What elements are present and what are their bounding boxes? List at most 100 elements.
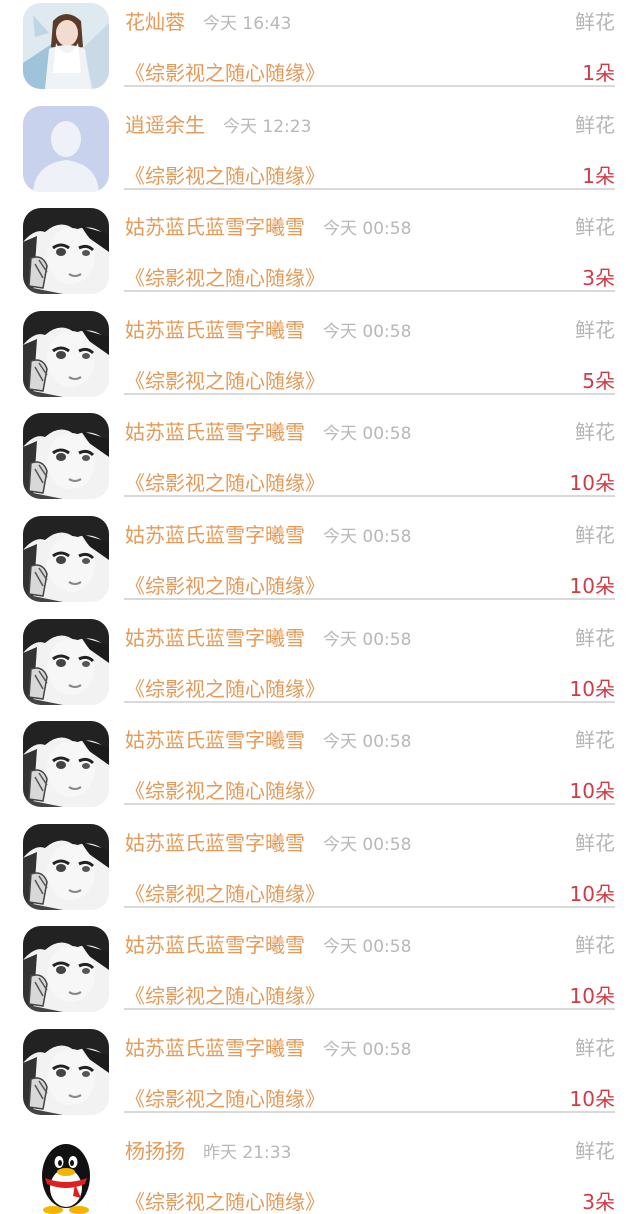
- user-name-line: 姑苏蓝氏蓝雪字曦雪 今天 00:58: [125, 622, 411, 651]
- flower-count: 1朵: [582, 61, 615, 85]
- user-name[interactable]: 逍遥余生: [125, 113, 205, 137]
- gift-type-label: 鲜花: [575, 215, 615, 239]
- user-avatar[interactable]: [23, 1029, 109, 1115]
- gift-record-list: 花灿蓉 今天 16:43 鲜花 《综影视之随心随缘》 1朵 逍遥余生 今天 12:23 鲜花…: [0, 0, 640, 1214]
- flower-count: 1朵: [582, 164, 615, 188]
- flower-count: 10朵: [569, 1087, 615, 1111]
- book-title-link[interactable]: 《综影视之随心随缘》: [125, 1083, 325, 1112]
- user-avatar[interactable]: [23, 824, 109, 910]
- book-title-link[interactable]: 《综影视之随心随缘》: [125, 467, 325, 496]
- gift-type-label: 鲜花: [575, 1139, 615, 1163]
- user-name-line: 杨扬扬 昨天 21:33: [125, 1135, 291, 1164]
- user-avatar[interactable]: [23, 208, 109, 294]
- user-name[interactable]: 姑苏蓝氏蓝雪字曦雪: [125, 1036, 305, 1060]
- gift-time: 今天 00:58: [323, 424, 412, 444]
- row-divider: [124, 393, 615, 395]
- book-title-link[interactable]: 《综影视之随心随缘》: [125, 160, 325, 189]
- user-avatar[interactable]: [23, 721, 109, 807]
- gift-record-row[interactable]: 姑苏蓝氏蓝雪字曦雪 今天 00:58 鲜花 《综影视之随心随缘》 10朵: [0, 616, 640, 719]
- gift-record-row[interactable]: 姑苏蓝氏蓝雪字曦雪 今天 00:58 鲜花 《综影视之随心随缘》 10朵: [0, 513, 640, 616]
- row-divider: [124, 803, 615, 805]
- flower-count: 10朵: [569, 779, 615, 803]
- gift-type-label: 鲜花: [575, 1036, 615, 1060]
- flower-count: 10朵: [569, 574, 615, 598]
- user-name[interactable]: 姑苏蓝氏蓝雪字曦雪: [125, 728, 305, 752]
- gift-type-label: 鲜花: [575, 10, 615, 34]
- row-divider: [124, 701, 615, 703]
- user-avatar[interactable]: [23, 1132, 109, 1214]
- user-name[interactable]: 花灿蓉: [125, 10, 185, 34]
- gift-time: 今天 00:58: [323, 1040, 412, 1060]
- user-name-line: 姑苏蓝氏蓝雪字曦雪 今天 00:58: [125, 519, 411, 548]
- row-divider: [124, 188, 615, 190]
- row-divider: [124, 1111, 615, 1113]
- book-title-link[interactable]: 《综影视之随心随缘》: [125, 1186, 325, 1214]
- gift-time: 今天 16:43: [203, 14, 292, 34]
- user-name[interactable]: 姑苏蓝氏蓝雪字曦雪: [125, 523, 305, 547]
- row-divider: [124, 495, 615, 497]
- user-name[interactable]: 姑苏蓝氏蓝雪字曦雪: [125, 420, 305, 444]
- gift-record-row[interactable]: 姑苏蓝氏蓝雪字曦雪 今天 00:58 鲜花 《综影视之随心随缘》 10朵: [0, 923, 640, 1026]
- gift-time: 今天 00:58: [323, 835, 412, 855]
- user-avatar[interactable]: [23, 516, 109, 602]
- flower-count: 3朵: [582, 266, 615, 290]
- book-title-link[interactable]: 《综影视之随心随缘》: [125, 57, 325, 86]
- user-name[interactable]: 姑苏蓝氏蓝雪字曦雪: [125, 933, 305, 957]
- book-title-link[interactable]: 《综影视之随心随缘》: [125, 980, 325, 1009]
- gift-record-row[interactable]: 杨扬扬 昨天 21:33 鲜花 《综影视之随心随缘》 3朵: [0, 1129, 640, 1214]
- book-title-link[interactable]: 《综影视之随心随缘》: [125, 262, 325, 291]
- gift-type-label: 鲜花: [575, 113, 615, 137]
- gift-record-row[interactable]: 花灿蓉 今天 16:43 鲜花《综影视之随心随缘》 1朵: [0, 0, 640, 103]
- gift-record-row[interactable]: 姑苏蓝氏蓝雪字曦雪 今天 00:58 鲜花《综影视之随心随缘》 3朵: [0, 205, 640, 308]
- user-name-line: 姑苏蓝氏蓝雪字曦雪 今天 00:58: [125, 211, 411, 240]
- user-avatar[interactable]: [23, 619, 109, 705]
- flower-count: 10朵: [569, 677, 615, 701]
- book-title-link[interactable]: 《综影视之随心随缘》: [125, 673, 325, 702]
- user-name-line: 姑苏蓝氏蓝雪字曦雪 今天 00:58: [125, 416, 411, 445]
- user-name-line: 逍遥余生 今天 12:23: [125, 109, 311, 138]
- gift-time: 今天 00:58: [323, 527, 412, 547]
- gift-time: 今天 12:23: [223, 117, 312, 137]
- user-name-line: 姑苏蓝氏蓝雪字曦雪 今天 00:58: [125, 929, 411, 958]
- user-name-line: 姑苏蓝氏蓝雪字曦雪 今天 00:58: [125, 1032, 411, 1061]
- gift-time: 今天 00:58: [323, 937, 412, 957]
- user-name[interactable]: 姑苏蓝氏蓝雪字曦雪: [125, 831, 305, 855]
- row-divider: [124, 906, 615, 908]
- gift-type-label: 鲜花: [575, 831, 615, 855]
- user-name[interactable]: 姑苏蓝氏蓝雪字曦雪: [125, 215, 305, 239]
- gift-type-label: 鲜花: [575, 420, 615, 444]
- gift-record-row[interactable]: 姑苏蓝氏蓝雪字曦雪 今天 00:58 鲜花《综影视之随心随缘》 10朵: [0, 1026, 640, 1129]
- gift-time: 昨天 21:33: [203, 1143, 292, 1163]
- gift-time: 今天 00:58: [323, 322, 412, 342]
- gift-time: 今天 00:58: [323, 219, 412, 239]
- row-divider: [124, 290, 615, 292]
- gift-type-label: 鲜花: [575, 933, 615, 957]
- flower-count: 10朵: [569, 882, 615, 906]
- gift-record-row[interactable]: 姑苏蓝氏蓝雪字曦雪 今天 00:58 鲜花《综影视之随心随缘》 10朵: [0, 821, 640, 924]
- gift-record-row[interactable]: 姑苏蓝氏蓝雪字曦雪 今天 00:58 鲜花《综影视之随心随缘》 5朵: [0, 308, 640, 411]
- book-title-link[interactable]: 《综影视之随心随缘》: [125, 775, 325, 804]
- flower-count: 5朵: [582, 369, 615, 393]
- user-name[interactable]: 杨扬扬: [125, 1139, 185, 1163]
- book-title-link[interactable]: 《综影视之随心随缘》: [125, 365, 325, 394]
- row-divider: [124, 1008, 615, 1010]
- user-avatar[interactable]: [23, 413, 109, 499]
- user-name[interactable]: 姑苏蓝氏蓝雪字曦雪: [125, 626, 305, 650]
- user-name[interactable]: 姑苏蓝氏蓝雪字曦雪: [125, 318, 305, 342]
- user-avatar[interactable]: [23, 3, 109, 89]
- book-title-link[interactable]: 《综影视之随心随缘》: [125, 878, 325, 907]
- user-avatar[interactable]: [23, 311, 109, 397]
- gift-type-label: 鲜花: [575, 728, 615, 752]
- row-divider: [124, 598, 615, 600]
- gift-type-label: 鲜花: [575, 318, 615, 342]
- gift-record-row[interactable]: 逍遥余生 今天 12:23 鲜花《综影视之随心随缘》 1朵: [0, 103, 640, 206]
- user-name-line: 花灿蓉 今天 16:43: [125, 6, 291, 35]
- gift-record-row[interactable]: 姑苏蓝氏蓝雪字曦雪 今天 00:58 鲜花《综影视之随心随缘》 10朵: [0, 718, 640, 821]
- user-name-line: 姑苏蓝氏蓝雪字曦雪 今天 00:58: [125, 724, 411, 753]
- gift-record-row[interactable]: 姑苏蓝氏蓝雪字曦雪 今天 00:58 鲜花 《综影视之随心随缘》 10朵: [0, 410, 640, 513]
- row-divider: [124, 85, 615, 87]
- gift-time: 今天 00:58: [323, 732, 412, 752]
- book-title-link[interactable]: 《综影视之随心随缘》: [125, 570, 325, 599]
- user-avatar[interactable]: [23, 926, 109, 1012]
- user-avatar[interactable]: [23, 106, 109, 192]
